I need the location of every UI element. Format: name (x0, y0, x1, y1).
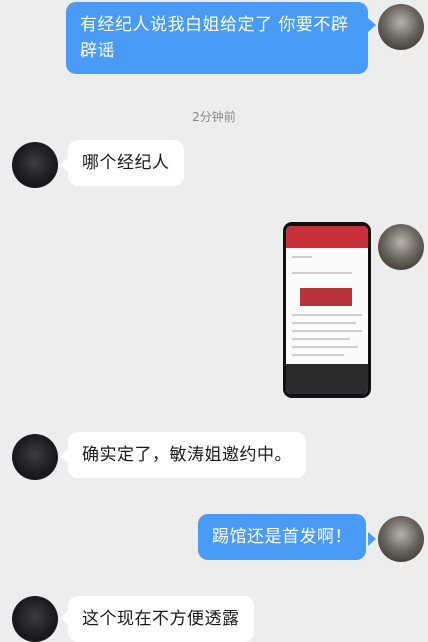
bubble-tail (60, 449, 68, 463)
contact-avatar[interactable] (12, 434, 58, 480)
chat-timestamp: 2分钟前 (192, 110, 236, 124)
user-avatar[interactable] (378, 516, 424, 562)
bubble-tail (60, 611, 68, 625)
bubble-tail (368, 18, 376, 32)
bubble-tail (368, 532, 376, 546)
message-bubble-incoming[interactable]: 哪个经纪人 (68, 140, 184, 186)
screenshot-footer (286, 364, 368, 394)
screenshot-thumbnail (300, 288, 352, 306)
contact-avatar[interactable] (12, 142, 58, 188)
message-bubble-outgoing[interactable]: 踢馆还是首发啊！ (198, 514, 366, 560)
user-avatar[interactable] (378, 224, 424, 270)
message-bubble-outgoing[interactable]: 有经纪人说我白姐给定了 你要不辟辟谣 (66, 2, 368, 74)
contact-avatar[interactable] (12, 596, 58, 642)
message-bubble-incoming[interactable]: 确实定了，敏涛姐邀约中。 (68, 432, 306, 478)
screenshot-header (286, 226, 368, 248)
bubble-tail (60, 158, 68, 172)
user-avatar[interactable] (378, 4, 424, 50)
message-bubble-incoming[interactable]: 这个现在不方便透露 (68, 596, 254, 642)
image-message-screenshot[interactable] (283, 222, 371, 398)
